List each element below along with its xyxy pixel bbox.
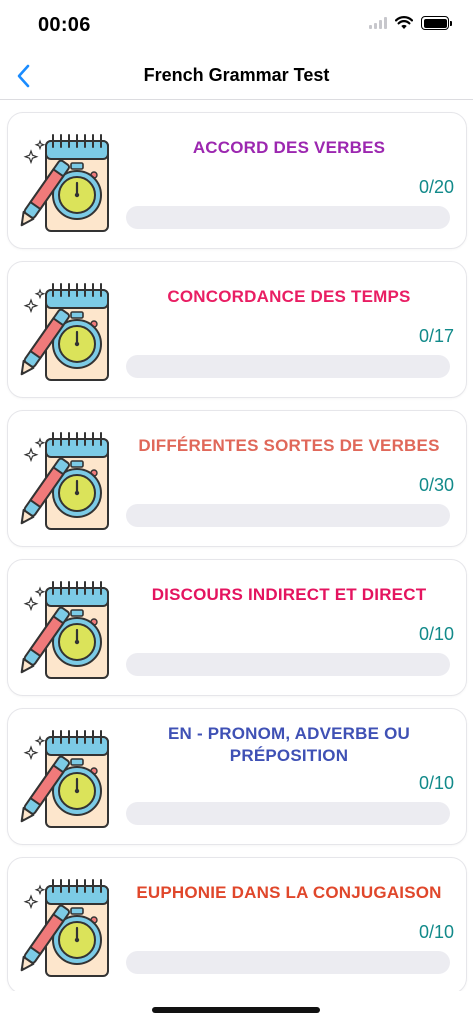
quiz-title: CONCORDANCE DES TEMPS	[167, 287, 411, 306]
quiz-score: 0/10	[418, 773, 454, 793]
quiz-progress-bar	[126, 504, 450, 527]
page-title: French Grammar Test	[143, 65, 330, 85]
navigation-bar: French Grammar Test	[0, 52, 473, 100]
quiz-progress-bar	[126, 355, 450, 378]
quiz-title: EUPHONIE DANS LA CONJUGAISON	[136, 883, 442, 902]
quiz-progress-bar	[126, 653, 450, 676]
quiz-score: 0/10	[418, 922, 454, 942]
quiz-card[interactable]: DIFFÉRENTES SORTES DE VERBES 0/30	[7, 410, 467, 547]
notebook-stopwatch-icon	[16, 576, 116, 684]
notebook-stopwatch-icon	[16, 725, 116, 833]
quiz-score: 0/17	[418, 326, 454, 346]
quiz-card[interactable]: ACCORD DES VERBES 0/20	[7, 112, 467, 249]
quiz-progress-bar	[126, 206, 450, 229]
status-icons	[369, 16, 452, 30]
quiz-title: DISCOURS INDIRECT ET DIRECT	[151, 585, 427, 604]
quiz-score: 0/10	[418, 624, 454, 644]
quiz-title: EN - PRONOM, ADVERBE OU PRÉPOSITION	[168, 724, 410, 765]
quiz-card[interactable]: EN - PRONOM, ADVERBE OU PRÉPOSITION 0/10	[7, 708, 467, 845]
quiz-progress-bar	[126, 951, 450, 974]
battery-icon	[421, 16, 452, 30]
signal-icon	[369, 17, 387, 29]
status-bar: 00:06	[0, 0, 473, 52]
quiz-card[interactable]: CONCORDANCE DES TEMPS 0/17	[7, 261, 467, 398]
quiz-card[interactable]: DISCOURS INDIRECT ET DIRECT 0/10	[7, 559, 467, 696]
quiz-title: DIFFÉRENTES SORTES DE VERBES	[138, 436, 440, 455]
notebook-stopwatch-icon	[16, 874, 116, 982]
wifi-icon	[395, 16, 413, 29]
notebook-stopwatch-icon	[16, 427, 116, 535]
home-indicator	[152, 1007, 320, 1013]
quiz-score: 0/30	[418, 475, 454, 495]
quiz-score: 0/20	[418, 177, 454, 197]
status-time: 00:06	[38, 14, 91, 36]
notebook-stopwatch-icon	[16, 129, 116, 237]
notebook-stopwatch-icon	[16, 278, 116, 386]
quiz-card[interactable]: EUPHONIE DANS LA CONJUGAISON 0/10	[7, 857, 467, 991]
quiz-list: ACCORD DES VERBES 0/20 CONCORDANCE DES T…	[0, 101, 473, 991]
quiz-progress-bar	[126, 802, 450, 825]
quiz-title: ACCORD DES VERBES	[192, 138, 386, 157]
